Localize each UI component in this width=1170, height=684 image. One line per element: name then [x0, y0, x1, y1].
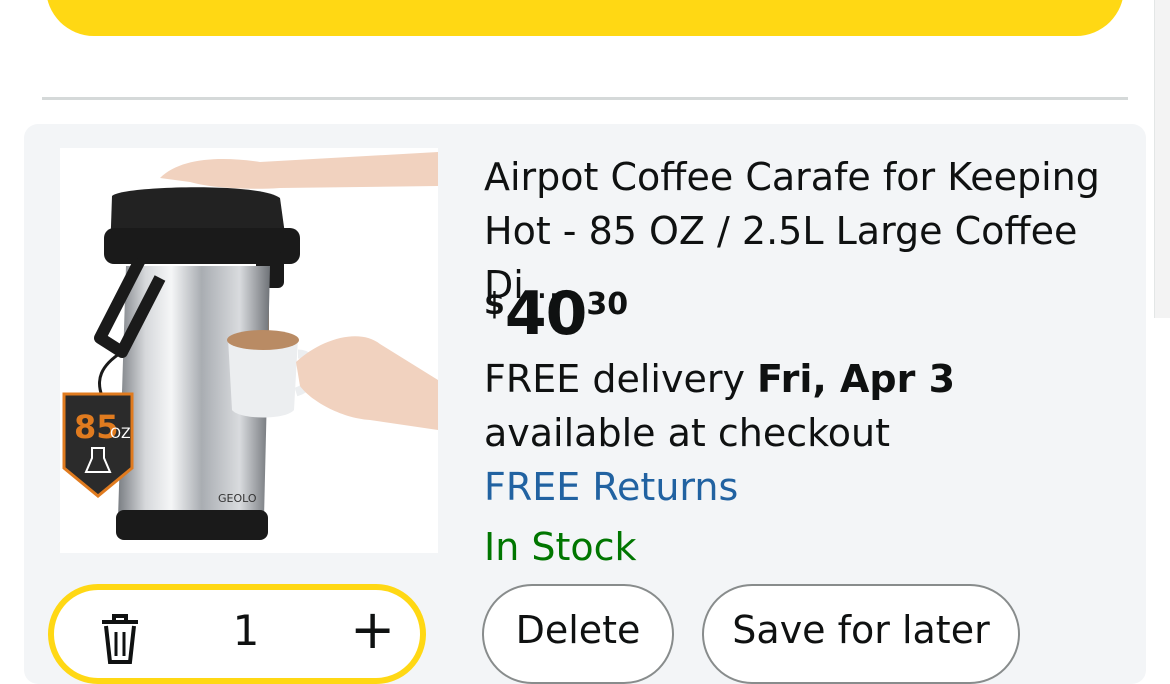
product-image[interactable]: GEOLO 85 OZ [60, 148, 438, 553]
stock-status: In Stock [484, 525, 637, 569]
save-for-later-label: Save for later [732, 608, 990, 652]
scrollbar[interactable] [1154, 0, 1170, 318]
price-fraction: 30 [586, 287, 629, 322]
price-whole: 40 [504, 279, 587, 349]
delivery-suffix: available at checkout [484, 411, 890, 455]
plus-icon[interactable]: + [350, 600, 395, 660]
quantity-value: 1 [232, 606, 260, 655]
save-for-later-button[interactable]: Save for later [702, 584, 1020, 684]
delivery-prefix: FREE delivery [484, 357, 758, 401]
delivery-date: Fri, Apr 3 [757, 357, 956, 401]
quantity-stepper[interactable]: 1 + [48, 584, 426, 684]
free-returns-link[interactable]: FREE Returns [484, 460, 738, 514]
proceed-to-checkout-button[interactable] [46, 0, 1124, 36]
divider [42, 97, 1128, 100]
price-currency: $ [484, 287, 505, 322]
delete-button-label: Delete [515, 608, 641, 652]
product-price: $ 40 30 [484, 282, 628, 346]
trash-icon[interactable] [98, 614, 142, 664]
delivery-info: FREE delivery Fri, Apr 3 available at ch… [484, 352, 1124, 460]
badge-unit: OZ [110, 426, 131, 442]
delete-button[interactable]: Delete [482, 584, 674, 684]
brand-mark: GEOLO [218, 492, 257, 505]
